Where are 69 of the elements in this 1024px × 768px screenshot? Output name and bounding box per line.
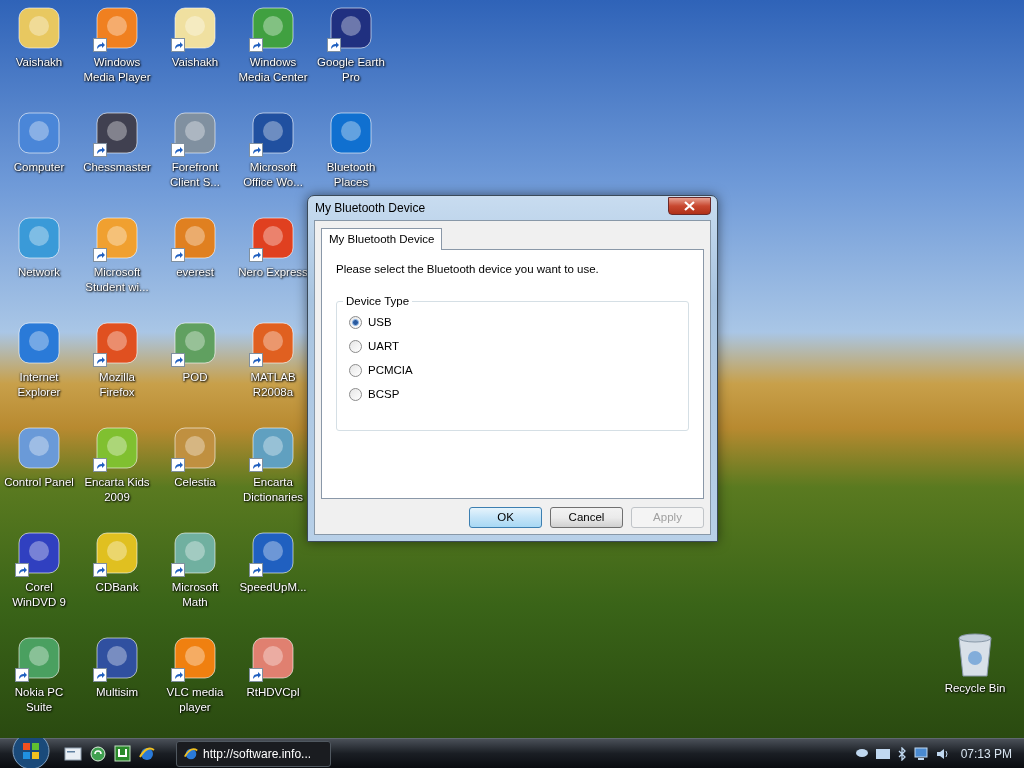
- icon-label: POD: [182, 370, 208, 385]
- icon-label: everest: [176, 265, 214, 280]
- icon-label: Multisim: [95, 685, 139, 700]
- program-icon[interactable]: [93, 529, 141, 577]
- radio-button[interactable]: PCMCIA: [349, 363, 413, 378]
- taskbar-button[interactable]: http://software.info...: [176, 740, 331, 767]
- speaker-icon: [934, 746, 951, 761]
- desktop-icon[interactable]: [64, 746, 82, 761]
- icon-label: Celestia: [174, 475, 216, 490]
- icon-label: Computer: [13, 160, 65, 175]
- icon-label: Vaishakh: [15, 55, 63, 70]
- chat-icon: [854, 747, 869, 760]
- icon-label: Microsoft Office Wo...: [242, 160, 304, 190]
- icon-label: Corel WinDVD 9: [11, 580, 67, 610]
- program-icon[interactable]: [171, 634, 219, 682]
- icon-label: MATLAB R2008a: [249, 370, 297, 400]
- sync-icon[interactable]: [89, 744, 107, 763]
- program-icon[interactable]: [15, 634, 63, 682]
- torrent-icon[interactable]: [114, 745, 131, 762]
- program-icon[interactable]: [171, 4, 219, 52]
- icon-label: Network: [17, 265, 61, 280]
- icon-label: RtHDVCpl: [246, 685, 300, 700]
- clock[interactable]: 07:13 PM: [960, 744, 1012, 763]
- window-title: My Bluetooth Device: [315, 200, 426, 217]
- icon-label: CDBank: [95, 580, 139, 595]
- program-icon[interactable]: [249, 109, 297, 157]
- browser-icon: [183, 745, 199, 762]
- icon-label: Windows Media Center: [237, 55, 309, 85]
- icon-label: Encarta Dictionaries: [241, 475, 305, 505]
- close-icon: [684, 201, 695, 211]
- program-icon[interactable]: [93, 634, 141, 682]
- icon-label: Forefront Client S...: [169, 160, 221, 190]
- icon-label: Bluetooth Places: [325, 160, 377, 190]
- icon-label: Nero Express: [238, 265, 308, 280]
- program-icon[interactable]: [249, 529, 297, 577]
- icon-label: Google Earth Pro: [316, 55, 386, 85]
- radio-button[interactable]: USB: [349, 315, 392, 330]
- program-icon[interactable]: [249, 4, 297, 52]
- dialog-button[interactable]: Cancel: [550, 507, 623, 528]
- icon-label: Mozilla Firefox: [98, 370, 136, 400]
- icon-label: Windows Media Player: [82, 55, 152, 85]
- icon-label: Encarta Kids 2009: [83, 475, 151, 505]
- icon-label: Control Panel: [4, 475, 74, 490]
- instruction-text: Please select the Bluetooth device you want to use.: [336, 262, 600, 277]
- icon-label: Nokia PC Suite: [13, 685, 65, 715]
- program-icon[interactable]: [249, 634, 297, 682]
- start-button[interactable]: [10, 738, 52, 768]
- icon-label: Chessmaster: [83, 160, 151, 175]
- radio-button[interactable]: UART: [349, 339, 400, 354]
- group-label: Device Type: [343, 294, 413, 309]
- radio-button[interactable]: BCSP: [349, 387, 400, 402]
- program-icon[interactable]: [15, 529, 63, 577]
- tab[interactable]: My Bluetooth Device: [321, 228, 443, 250]
- icon-label: SpeedUpM...: [239, 580, 307, 595]
- dialog-button[interactable]: OK: [469, 507, 542, 528]
- icon-label: Recycle Bin: [944, 681, 1006, 696]
- program-icon[interactable]: [93, 4, 141, 52]
- envelope-icon: [874, 747, 891, 760]
- network-icon: [912, 746, 929, 761]
- icon-label: VLC media player: [165, 685, 225, 715]
- program-icon[interactable]: [171, 529, 219, 577]
- program-icon[interactable]: [327, 4, 375, 52]
- icon-label: Vaishakh: [171, 55, 219, 70]
- close-button[interactable]: [668, 197, 711, 215]
- icon-label: Microsoft Student wi...: [84, 265, 150, 295]
- program-icon[interactable]: [93, 109, 141, 157]
- bluetooth-icon: [896, 746, 907, 761]
- icon-label: Internet Explorer: [16, 370, 62, 400]
- icon-label: Microsoft Math: [170, 580, 220, 610]
